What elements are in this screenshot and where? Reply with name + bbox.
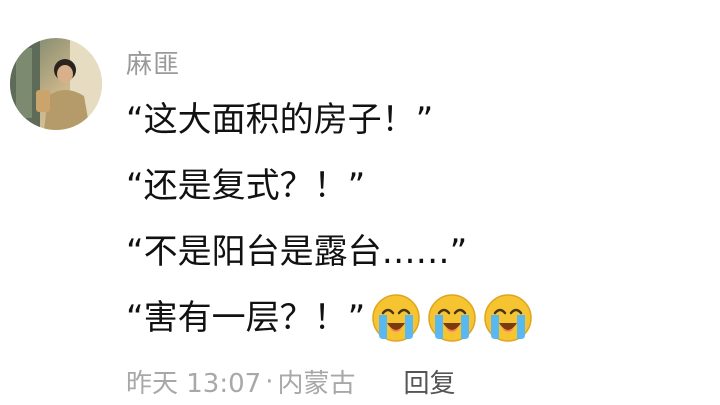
comment-line: “不是阳台是露台……” <box>126 232 706 272</box>
comment-line: “还是复式？！” <box>126 166 706 206</box>
comment-location: 内蒙古 <box>277 369 356 399</box>
loudly-crying-face-icon <box>483 293 533 343</box>
username[interactable]: 麻匪 <box>126 44 180 81</box>
loudly-crying-face-icon <box>371 293 421 343</box>
reply-button[interactable]: 回复 <box>403 363 455 400</box>
comment-body: “这大面积的房子！” “还是复式？！” “不是阳台是露台……” “害有一层？！” <box>126 100 706 364</box>
avatar-photo-icon <box>10 38 102 130</box>
comment-line-text: “还是复式？！” <box>126 166 366 206</box>
comment-time: 昨天 13:07 <box>126 369 262 399</box>
meta-separator: · <box>265 366 274 397</box>
comment-line: “这大面积的房子！” <box>126 100 706 140</box>
comment-meta: 昨天 13:07 · 内蒙古 回复 <box>126 363 456 400</box>
avatar[interactable] <box>10 38 102 130</box>
comment-line-text: “这大面积的房子！” <box>126 100 434 140</box>
comment-item: 麻匪 “这大面积的房子！” “还是复式？！” “不是阳台是露台……” “害有一层… <box>0 0 720 405</box>
loudly-crying-face-icon <box>427 293 477 343</box>
comment-line: “害有一层？！” <box>126 294 706 342</box>
comment-line-text: “不是阳台是露台……” <box>126 232 468 272</box>
comment-line-text: “害有一层？！” <box>126 298 366 338</box>
